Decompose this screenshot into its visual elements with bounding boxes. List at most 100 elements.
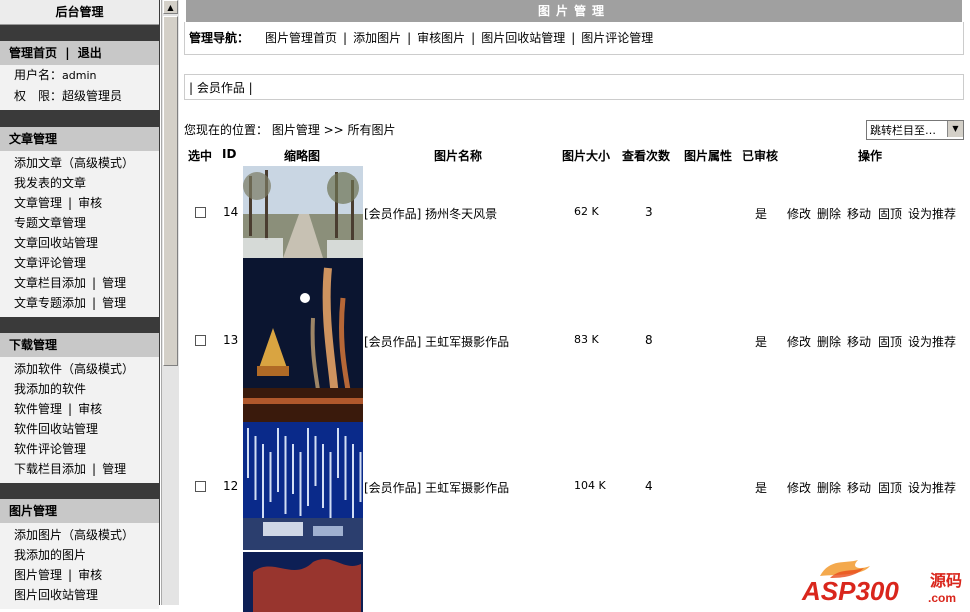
- row-id: 14: [223, 205, 239, 219]
- nav-label: 管理导航：: [189, 31, 250, 45]
- thumbnail-image[interactable]: [243, 258, 363, 422]
- thumbnail-image[interactable]: [243, 422, 363, 550]
- photo-menu-link[interactable]: 图片管理: [14, 568, 62, 582]
- article-menu-link[interactable]: 专题文章管理: [14, 216, 86, 230]
- download-menu-link[interactable]: 软件评论管理: [14, 442, 86, 456]
- menu-separator: |: [92, 296, 97, 310]
- nav-link[interactable]: 审核图片: [417, 31, 465, 45]
- article-menu-item: 文章专题添加 | 管理: [14, 293, 159, 313]
- edit-link[interactable]: 修改: [787, 479, 811, 496]
- logout-link[interactable]: 退出: [78, 46, 102, 60]
- role-row: 权 限：超级管理员: [14, 86, 159, 106]
- set-recommended-link[interactable]: 设为推荐: [908, 333, 956, 350]
- article-menu-link[interactable]: 文章评论管理: [14, 256, 86, 270]
- approved-status: 是: [755, 481, 768, 495]
- view-count: 8: [645, 333, 653, 347]
- photo-name-link[interactable]: [会员作品] 王虹军摄影作品: [364, 479, 509, 496]
- delete-link[interactable]: 删除: [817, 479, 841, 496]
- menu-separator: |: [92, 276, 97, 290]
- download-menu-link[interactable]: 添加软件（高级模式）: [14, 362, 134, 376]
- photo-menu-item: 添加图片（高级模式）: [14, 525, 159, 545]
- download-menu-sublink[interactable]: 审核: [78, 402, 102, 416]
- sidebar-section-download: 下载管理 添加软件（高级模式） 我添加的软件 软件管理 | 审核 软件回收站管理 软件评论管…: [0, 333, 159, 483]
- move-link[interactable]: 移动: [847, 205, 871, 222]
- watermark-suffix-text: 源码: [930, 571, 962, 590]
- download-menu-link[interactable]: 下载栏目添加: [14, 462, 86, 476]
- select-checkbox[interactable]: [195, 481, 206, 492]
- sidebar: 后台管理 管理首页 | 退出 用户名：admin 权 限：超级管理员 文章管理 …: [0, 0, 160, 609]
- article-menu-link[interactable]: 文章栏目添加: [14, 276, 86, 290]
- download-menu-item: 软件管理 | 审核: [14, 399, 159, 419]
- nav-separator: |: [343, 31, 348, 45]
- role-value: 超级管理员: [62, 89, 123, 103]
- delete-link[interactable]: 删除: [817, 205, 841, 222]
- sidebar-title: 后台管理: [0, 0, 159, 25]
- edit-link[interactable]: 修改: [787, 333, 811, 350]
- photo-menu-link[interactable]: 我添加的图片: [14, 548, 86, 562]
- photo-menu: 添加图片（高级模式） 我添加的图片 图片管理 | 审核 图片回收站管理: [0, 523, 159, 609]
- scroll-up-icon[interactable]: ▲: [163, 0, 178, 14]
- article-menu-link[interactable]: 我发表的文章: [14, 176, 86, 190]
- move-link[interactable]: 移动: [847, 333, 871, 350]
- download-menu-item: 我添加的软件: [14, 379, 159, 399]
- jump-select-value: 跳转栏目至…: [870, 124, 936, 137]
- article-menu-sublink[interactable]: 审核: [78, 196, 102, 210]
- jump-category-select[interactable]: 跳转栏目至… ▼: [866, 120, 964, 140]
- nav-separator: |: [407, 31, 412, 45]
- admin-home-link[interactable]: 管理首页: [9, 46, 57, 60]
- scrollbar-thumb[interactable]: [163, 16, 178, 366]
- move-link[interactable]: 移动: [847, 479, 871, 496]
- select-checkbox[interactable]: [195, 207, 206, 218]
- nav-link[interactable]: 图片管理首页: [265, 31, 337, 45]
- article-menu-link[interactable]: 文章回收站管理: [14, 236, 98, 250]
- pin-top-link[interactable]: 固顶: [878, 205, 902, 222]
- row-id: 12: [223, 479, 239, 493]
- photo-name-link[interactable]: [会员作品] 王虹军摄影作品: [364, 333, 509, 350]
- article-menu-link[interactable]: 添加文章（高级模式）: [14, 156, 134, 170]
- main-content: 图片管理 管理导航： 图片管理首页 | 添加图片 | 审核图片 | 图片回收站管理 | 图片评论…: [180, 0, 970, 612]
- download-menu-link[interactable]: 我添加的软件: [14, 382, 86, 396]
- pin-top-link[interactable]: 固顶: [878, 333, 902, 350]
- photo-name-link[interactable]: [会员作品] 扬州冬天风景: [364, 205, 497, 222]
- edit-link[interactable]: 修改: [787, 205, 811, 222]
- select-checkbox[interactable]: [195, 335, 206, 346]
- article-menu-link[interactable]: 文章专题添加: [14, 296, 86, 310]
- thumbnail-image[interactable]: [243, 166, 363, 258]
- article-menu-sublink[interactable]: 管理: [102, 296, 126, 310]
- photo-menu-item: 我添加的图片: [14, 545, 159, 565]
- delete-link[interactable]: 删除: [817, 333, 841, 350]
- pin-top-link[interactable]: 固顶: [878, 479, 902, 496]
- set-recommended-link[interactable]: 设为推荐: [908, 205, 956, 222]
- article-menu-item: 文章评论管理: [14, 253, 159, 273]
- nav-link[interactable]: 图片评论管理: [581, 31, 653, 45]
- download-section-header: 下载管理: [0, 333, 159, 357]
- menu-separator: |: [92, 462, 97, 476]
- table-row: 14 [会员作品] 扬州冬天风景 62 K 3 是 修改 删除 移动 固顶 设为推荐: [184, 166, 964, 258]
- chevron-down-icon[interactable]: ▼: [947, 121, 963, 137]
- nav-separator: |: [471, 31, 476, 45]
- download-menu-sublink[interactable]: 管理: [102, 462, 126, 476]
- category-member-works-link[interactable]: | 会员作品 |: [189, 79, 253, 96]
- photo-menu-link[interactable]: 图片回收站管理: [14, 588, 98, 602]
- article-menu-link[interactable]: 文章管理: [14, 196, 62, 210]
- download-menu-link[interactable]: 软件回收站管理: [14, 422, 98, 436]
- column-header: 查看次数: [622, 149, 671, 163]
- username-label: 用户名：: [14, 68, 63, 82]
- download-menu-item: 添加软件（高级模式）: [14, 359, 159, 379]
- photo-menu-item: 图片回收站管理: [14, 585, 159, 605]
- download-menu-item: 软件评论管理: [14, 439, 159, 459]
- username-row: 用户名：admin: [14, 65, 159, 86]
- role-label: 权 限：: [14, 89, 63, 103]
- sidebar-scrollbar[interactable]: ▲: [161, 0, 179, 605]
- article-menu-sublink[interactable]: 管理: [102, 276, 126, 290]
- nav-links: 图片管理首页 | 添加图片 | 审核图片 | 图片回收站管理 | 图片评论管理: [265, 29, 653, 46]
- nav-link[interactable]: 添加图片: [353, 31, 401, 45]
- photo-size: 83 K: [574, 333, 599, 346]
- photo-menu-link[interactable]: 添加图片（高级模式）: [14, 528, 134, 542]
- photo-menu-sublink[interactable]: 审核: [78, 568, 102, 582]
- download-menu-link[interactable]: 软件管理: [14, 402, 62, 416]
- nav-link[interactable]: 图片回收站管理: [481, 31, 565, 45]
- set-recommended-link[interactable]: 设为推荐: [908, 479, 956, 496]
- column-header: 图片属性: [684, 149, 733, 163]
- thumbnail-image[interactable]: [243, 552, 363, 612]
